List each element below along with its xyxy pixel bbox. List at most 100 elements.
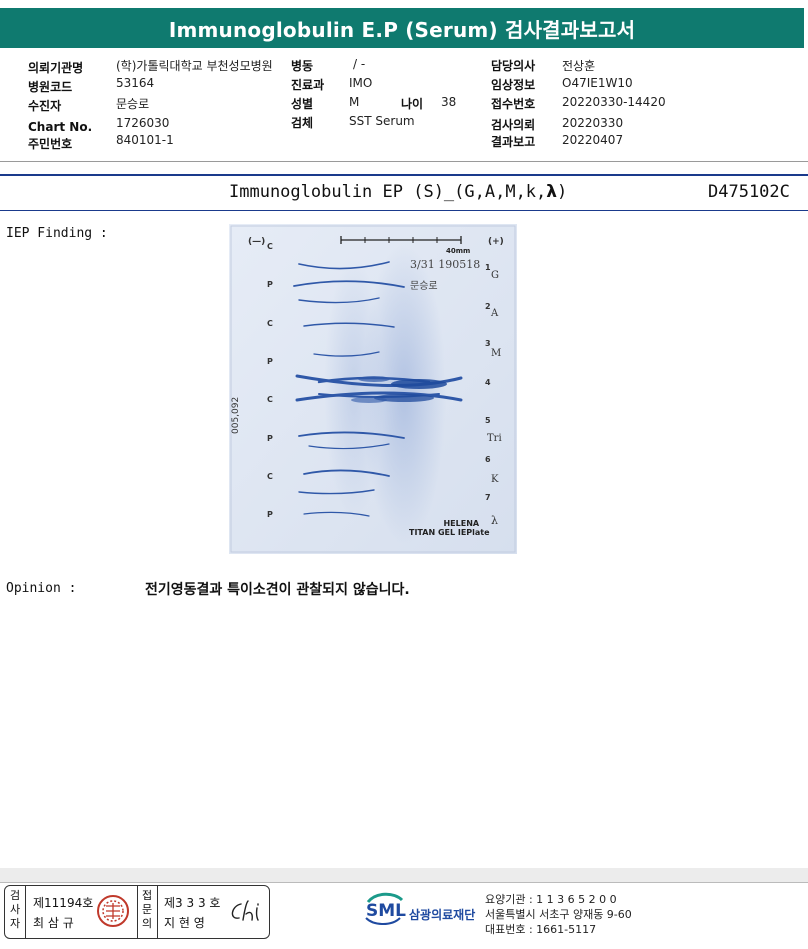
age-value: 38 <box>441 95 457 109</box>
lane-number: 6 <box>485 455 491 464</box>
signer1-role-char: 자 <box>9 917 21 930</box>
report-title: Immunoglobulin E.P (Serum) 검사결과보고서 <box>0 8 804 48</box>
sex: M <box>349 95 360 109</box>
clinical-info: O47IE1W10 <box>562 76 633 90</box>
specimen: SST Serum <box>349 114 415 128</box>
signature-box: 검 사 자 제11194호 최 삼 규 접 문 의 제3 3 3 호 지 현 영 <box>4 885 270 939</box>
info-row: 의뢰기관명 <box>28 57 83 76</box>
lane-label: λ <box>491 514 498 527</box>
lane-label: G <box>491 270 499 281</box>
row-label: C <box>267 395 273 404</box>
signer2-role-char: 접 <box>141 889 153 902</box>
gel-brand-line1: HELENA <box>443 519 480 528</box>
gel-brand-line2: TITAN GEL IEPlate <box>409 528 490 537</box>
cathode-label: (—) <box>248 237 266 247</box>
divider <box>25 886 26 938</box>
test-name-close: ) <box>557 182 568 202</box>
anode-label: (+) <box>488 237 504 247</box>
seal-icon <box>96 894 130 932</box>
row-label: C <box>267 242 273 251</box>
info-label: 검체 <box>291 116 314 130</box>
info-label: 수진자 <box>28 99 62 113</box>
signer2-name: 지 현 영 <box>164 916 205 930</box>
lane-number: 3 <box>485 339 491 348</box>
test-name-lambda: λ <box>546 182 558 202</box>
lane-label: Tri <box>487 433 502 444</box>
divider <box>0 882 808 883</box>
gel-brand: HELENA TITAN GEL IEPlate <box>409 519 490 537</box>
gel-patient-name: 문승로 <box>410 281 438 292</box>
info-label: 주민번호 <box>28 137 73 151</box>
lane-number: 4 <box>485 378 491 387</box>
receipt-number: 20220330-14420 <box>562 95 666 109</box>
info-label: 검사의뢰 <box>491 118 536 132</box>
signer1-role-char: 검 <box>9 889 21 902</box>
row-label: P <box>267 280 273 289</box>
lane-number: 1 <box>485 263 491 272</box>
signer2-number: 제3 3 3 호 <box>164 896 221 910</box>
logo-text: SML <box>366 901 406 921</box>
signer1-number: 제11194호 <box>33 896 94 910</box>
gel-date-code: 3/31 190518 <box>410 258 481 271</box>
test-code: D475102C <box>708 182 790 202</box>
info-label: 접수번호 <box>491 97 536 111</box>
divider <box>0 210 808 211</box>
gel-side-code: 005,092 <box>231 396 241 434</box>
patient-name: 문승로 <box>116 97 150 111</box>
info-row: 수진자 <box>28 95 61 114</box>
opinion-text: 전기영동결과 특이소견이 관찰되지 않습니다. <box>145 582 410 598</box>
info-label: 의뢰기관명 <box>28 61 84 75</box>
department: IMO <box>349 76 373 90</box>
chart-number: 1726030 <box>116 116 170 130</box>
signer1-name: 최 삼 규 <box>33 916 74 930</box>
footer-band <box>0 868 808 882</box>
signer1-role: 검 사 자 <box>8 889 22 931</box>
lane-label: M <box>491 348 502 359</box>
signer2-role-char: 의 <box>141 917 153 930</box>
age-label: 나이 <box>401 97 424 111</box>
test-title-row: Immunoglobulin EP (S)_(G,A,M,k,λ) D47510… <box>0 178 808 208</box>
phone: 대표번호 : 1661-5117 <box>485 923 597 936</box>
info-label: 병동 <box>291 59 314 73</box>
signer2-role-char: 문 <box>141 903 153 916</box>
agency-code: 요양기관 : 1 1 3 6 5 2 0 0 <box>485 893 617 906</box>
footer-info: 요양기관 : 1 1 3 6 5 2 0 0 서울특별시 서초구 양재동 9-6… <box>485 892 632 937</box>
info-label: 병원코드 <box>28 80 73 94</box>
lane-label: K <box>491 474 499 485</box>
hospital-name: (학)가톨릭대학교 부천성모병원 <box>116 59 273 73</box>
signature-icon <box>227 898 263 930</box>
row-label: P <box>267 357 273 366</box>
signer2-role: 접 문 의 <box>140 889 154 931</box>
row-label: C <box>267 319 273 328</box>
signer1-role-char: 사 <box>9 903 21 916</box>
finding-label: IEP Finding : <box>6 226 108 241</box>
org-name: 삼광의료재단 <box>409 908 476 922</box>
iep-gel-image: (—) (+) 40mm 3/31 190518 문승로 005,092 C P… <box>229 224 517 554</box>
test-name: Immunoglobulin EP (S)_(G,A,M,k,λ) <box>229 182 567 202</box>
resident-number: 840101-1 <box>116 133 174 147</box>
info-label: 담당의사 <box>491 59 536 73</box>
request-date: 20220330 <box>562 116 624 130</box>
row-label: P <box>267 510 273 519</box>
opinion-label: Opinion : <box>6 581 77 596</box>
divider <box>157 886 158 938</box>
lane-number: 2 <box>485 302 491 311</box>
gel-svg <box>229 224 517 554</box>
hospital-code: 53164 <box>116 76 155 90</box>
test-name-text: Immunoglobulin EP (S)_(G,A,M,k, <box>229 182 547 202</box>
report-date: 20220407 <box>562 133 624 147</box>
info-label: 진료과 <box>291 78 325 92</box>
info-row: 병원코드 <box>28 76 72 95</box>
address: 서울특별시 서초구 양재동 9-60 <box>485 908 632 921</box>
info-label: 결과보고 <box>491 135 536 149</box>
row-label: C <box>267 472 273 481</box>
lane-number: 7 <box>485 493 491 502</box>
lane-number: 5 <box>485 416 491 425</box>
info-label: 임상정보 <box>491 78 536 92</box>
divider <box>137 886 138 938</box>
doctor-name: 전상훈 <box>562 59 596 73</box>
lane-label: A <box>491 308 499 319</box>
row-label: P <box>267 434 273 443</box>
ward: / - <box>353 57 366 71</box>
divider <box>0 174 808 176</box>
